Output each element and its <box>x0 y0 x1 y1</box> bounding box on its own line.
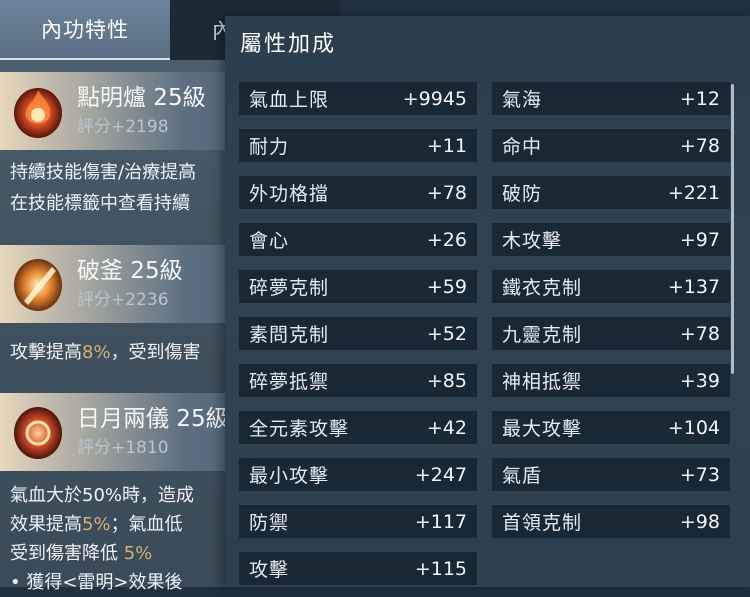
attribute-row: 氣血上限 +9945 <box>239 82 477 115</box>
attribute-value: +85 <box>426 369 467 392</box>
attribute-value: +115 <box>414 557 467 580</box>
attribute-label: 神相抵禦 <box>502 371 583 393</box>
attribute-row: 最大攻擊 +104 <box>492 411 730 444</box>
attribute-value: +42 <box>426 416 467 439</box>
attribute-value: +26 <box>426 228 467 251</box>
skill-name: 破釜 25級 <box>77 258 183 284</box>
skill-score: 評分+2236 <box>77 290 169 310</box>
attribute-label: 命中 <box>502 136 543 158</box>
attribute-row: 碎夢克制 +59 <box>239 270 477 303</box>
attribute-row: 鐵衣克制 +137 <box>492 270 730 303</box>
attribute-row: 首領克制 +98 <box>492 505 730 538</box>
attribute-value: +59 <box>426 275 467 298</box>
attribute-row: 耐力 +11 <box>239 129 477 162</box>
attribute-row: 九靈克制 +78 <box>492 317 730 350</box>
attribute-label: 氣血上限 <box>249 89 330 111</box>
attribute-row: 氣盾 +73 <box>492 458 730 491</box>
skill-description: 持續技能傷害/治療提高 在技能標籤中查看持續 <box>10 162 197 214</box>
attribute-value: +52 <box>426 322 467 345</box>
attribute-row: 會心 +26 <box>239 223 477 256</box>
attribute-row: 外功格擋 +78 <box>239 176 477 209</box>
attribute-value: +11 <box>426 134 467 157</box>
attribute-row: 素問克制 +52 <box>239 317 477 350</box>
attribute-label: 素問克制 <box>249 324 330 346</box>
attribute-row: 神相抵禦 +39 <box>492 364 730 397</box>
attribute-label: 鐵衣克制 <box>502 277 583 299</box>
attribute-row: 最小攻擊 +247 <box>239 458 477 491</box>
attribute-label: 外功格擋 <box>249 183 330 205</box>
attribute-label: 最小攻擊 <box>249 465 330 487</box>
attribute-value: +39 <box>679 369 720 392</box>
skill-score: 評分+1810 <box>77 438 169 458</box>
attribute-label: 氣海 <box>502 89 543 111</box>
attribute-label: 攻擊 <box>249 559 290 581</box>
scrollbar[interactable] <box>731 84 734 374</box>
attribute-bonus-popup: 屬性加成 氣血上限 +9945 氣海 +12 耐力 +11 命中 +78 外功格擋 +78 破防 +2… <box>225 16 750 587</box>
popup-title: 屬性加成 <box>240 32 337 57</box>
attribute-label: 碎夢克制 <box>249 277 330 299</box>
blade-sun-icon <box>14 259 62 311</box>
attribute-value: +247 <box>414 463 467 486</box>
attribute-label: 最大攻擊 <box>502 418 583 440</box>
attribute-label: 耐力 <box>249 136 290 158</box>
attribute-label: 防禦 <box>249 512 290 534</box>
skill-name: 點明爐 25級 <box>77 85 206 111</box>
fire-flower-icon <box>14 88 62 138</box>
attribute-value: +104 <box>667 416 720 439</box>
skill-name: 日月兩儀 25級 <box>77 406 229 432</box>
attribute-row: 攻擊 +115 <box>239 552 477 585</box>
attribute-label: 氣盾 <box>502 465 543 487</box>
attribute-row: 破防 +221 <box>492 176 730 209</box>
skill-description: 攻擊提高8%，受到傷害 <box>10 342 201 363</box>
tab-internal-traits[interactable]: 內功特性 <box>0 0 170 60</box>
skill-score: 評分+2198 <box>77 117 169 137</box>
attribute-value: +73 <box>679 463 720 486</box>
attribute-row: 木攻擊 +97 <box>492 223 730 256</box>
attribute-value: +98 <box>679 510 720 533</box>
attribute-value: +12 <box>679 87 720 110</box>
attribute-label: 首領克制 <box>502 512 583 534</box>
attribute-label: 全元素攻擊 <box>249 418 350 440</box>
attribute-value: +78 <box>679 134 720 157</box>
attribute-label: 木攻擊 <box>502 230 563 252</box>
attribute-value: +78 <box>679 322 720 345</box>
attribute-row: 防禦 +117 <box>239 505 477 538</box>
attribute-row: 碎夢抵禦 +85 <box>239 364 477 397</box>
attribute-row: 全元素攻擊 +42 <box>239 411 477 444</box>
attribute-value: +137 <box>667 275 720 298</box>
attribute-row: 氣海 +12 <box>492 82 730 115</box>
attribute-value: +117 <box>414 510 467 533</box>
attribute-label: 破防 <box>502 183 543 205</box>
attribute-value: +9945 <box>402 87 467 110</box>
attribute-row: 命中 +78 <box>492 129 730 162</box>
attribute-value: +97 <box>679 228 720 251</box>
attribute-label: 碎夢抵禦 <box>249 371 330 393</box>
sun-moon-icon <box>14 407 62 459</box>
attribute-value: +78 <box>426 181 467 204</box>
skill-description: 氣血大於50%時，造成 效果提高5%；氣血低 受到傷害降低 5% • 獲得<雷明… <box>10 485 195 593</box>
attribute-value: +221 <box>667 181 720 204</box>
attribute-label: 九靈克制 <box>502 324 583 346</box>
attribute-label: 會心 <box>249 230 290 252</box>
